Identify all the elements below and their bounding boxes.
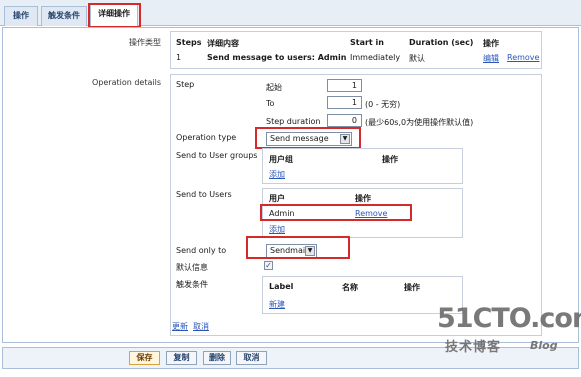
watermark-logo: 51CTO.com: [437, 303, 581, 334]
row-step: 1: [176, 53, 182, 62]
groups-col-action: 操作: [382, 155, 398, 164]
save-button[interactable]: 保存: [129, 351, 160, 365]
highlight-tab: [88, 3, 141, 28]
users-col-action: 操作: [355, 194, 371, 203]
watermark-blog: Blog: [530, 339, 558, 352]
highlight-users-row: [260, 204, 412, 221]
col-details: 详细内容: [207, 39, 239, 48]
cancel-details-link[interactable]: 取消: [193, 321, 209, 332]
cond-col-name: 名称: [342, 283, 358, 292]
row-duration: 默认: [409, 54, 425, 63]
row-start-in: Immediately: [350, 53, 401, 62]
send-to-groups-label: Send to User groups: [176, 151, 258, 160]
highlight-operation-type: [255, 127, 361, 149]
groups-col-group: 用户组: [269, 155, 293, 164]
step-duration-hint: (最少60s,0为使用操作默认值): [365, 118, 474, 127]
col-duration: Duration (sec): [409, 38, 474, 47]
add-user-link[interactable]: 添加: [269, 224, 285, 235]
from-label: 起始: [266, 83, 282, 92]
step-duration-label: Step duration: [266, 117, 321, 126]
col-start-in: Start in: [350, 38, 384, 47]
operation-type-label: Operation type: [176, 133, 237, 142]
tab-conditions[interactable]: 触发条件: [41, 6, 87, 26]
default-message-checkbox[interactable]: ✓: [264, 261, 273, 270]
update-link[interactable]: 更新: [172, 321, 188, 332]
delete-button[interactable]: 删除: [203, 351, 231, 365]
step-label: Step: [176, 80, 195, 89]
step-duration-input[interactable]: 0: [327, 114, 362, 127]
conditions-label: 触发条件: [176, 280, 208, 289]
from-input[interactable]: 1: [327, 79, 362, 92]
col-action: 操作: [483, 39, 499, 48]
cancel-button[interactable]: 取消: [236, 351, 267, 365]
default-message-label: 默认信息: [176, 263, 208, 272]
edit-link[interactable]: 编辑: [483, 53, 499, 64]
send-to-users-label: Send to Users: [176, 190, 232, 199]
clone-button[interactable]: 复制: [166, 351, 197, 365]
watermark-subtitle: 技术博客: [445, 340, 502, 355]
users-col-user: 用户: [269, 194, 285, 203]
highlight-send-only: [246, 236, 350, 259]
col-steps: Steps: [176, 38, 202, 47]
remove-operation-link[interactable]: Remove: [507, 53, 539, 62]
row-details: Send message to users: Admin: [207, 53, 347, 62]
cond-col-label: Label: [269, 282, 294, 291]
to-label: To: [266, 99, 275, 108]
to-input[interactable]: 1: [327, 96, 362, 109]
operation-details-label: Operation details: [91, 78, 161, 87]
cond-col-action: 操作: [404, 283, 420, 292]
to-hint: (0 - 无穷): [365, 100, 401, 109]
tab-operations[interactable]: 操作: [4, 6, 38, 26]
add-group-link[interactable]: 添加: [269, 169, 285, 180]
new-condition-link[interactable]: 新建: [269, 299, 285, 310]
op-type-label: 操作类型: [129, 38, 161, 47]
send-only-to-label: Send only to: [176, 246, 227, 255]
